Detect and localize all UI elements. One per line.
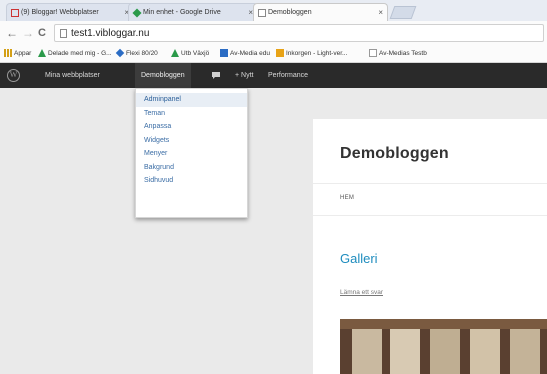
- gallery-image[interactable]: [340, 319, 547, 374]
- reply-link[interactable]: Lämna ett svar: [340, 289, 383, 296]
- site-name-dropdown: Adminpanel Teman Anpassa Widgets Menyer …: [135, 88, 248, 218]
- gmail-icon: [11, 9, 19, 17]
- blog-title[interactable]: Demobloggen: [340, 145, 449, 163]
- mail-icon: [276, 49, 284, 57]
- dropdown-item-anpassa[interactable]: Anpassa: [136, 120, 247, 134]
- bookmark-utb-vaxjo[interactable]: Utb Växjö: [171, 45, 209, 62]
- drive-icon: [171, 49, 179, 57]
- new-content-menu[interactable]: + Nytt: [235, 63, 253, 88]
- tab-label: Min enhet - Google Drive: [143, 9, 221, 16]
- header-divider: [313, 183, 547, 184]
- site-name-menu[interactable]: Demobloggen: [135, 63, 191, 88]
- bookmark-av-media[interactable]: Av-Media edu: [220, 45, 270, 62]
- post-title[interactable]: Galleri: [340, 251, 378, 266]
- page-icon: [369, 49, 377, 57]
- bookmarks-bar: Appar Delade med mig - G... Flexi 80/20 …: [0, 45, 547, 63]
- close-icon[interactable]: ×: [378, 4, 383, 21]
- dropdown-item-teman[interactable]: Teman: [136, 107, 247, 121]
- dropdown-item-menyer[interactable]: Menyer: [136, 147, 247, 161]
- dropdown-item-bakgrund[interactable]: Bakgrund: [136, 161, 247, 175]
- nav-divider: [313, 215, 547, 216]
- bookmark-icon: [220, 49, 228, 57]
- drive-icon: [38, 49, 46, 57]
- blog-content-area: Demobloggen HEM Galleri Lämna ett svar: [313, 119, 547, 374]
- bookmark-flexi[interactable]: Flexi 80/20: [115, 45, 158, 62]
- my-sites-menu[interactable]: Mina webbplatser: [45, 63, 100, 88]
- omnibox[interactable]: test1.vibloggar.nu: [54, 24, 544, 42]
- tab-label: Demobloggen: [268, 9, 312, 16]
- dropdown-item-adminpanel[interactable]: Adminpanel: [136, 93, 247, 107]
- wp-admin-bar: W Mina webbplatser Demobloggen + Nytt Pe…: [0, 63, 547, 88]
- browser-tab-strip: (9) Bloggar! Webbplatser × Min enhet - G…: [0, 0, 547, 21]
- wordpress-logo-icon[interactable]: W: [7, 69, 20, 82]
- bookmark-appar[interactable]: Appar: [4, 45, 31, 62]
- browser-tab-demobloggen[interactable]: Demobloggen ×: [253, 3, 388, 21]
- dropdown-item-sidhuvud[interactable]: Sidhuvud: [136, 174, 247, 188]
- new-tab-button[interactable]: [389, 6, 417, 19]
- diamond-icon: [115, 48, 125, 58]
- bookmark-av-medias-testb[interactable]: Av-Medias Testb: [369, 45, 427, 62]
- browser-tab-drive[interactable]: Min enhet - Google Drive ×: [128, 3, 258, 21]
- nav-menu-hem[interactable]: HEM: [340, 195, 354, 201]
- comments-icon[interactable]: [211, 63, 223, 88]
- reload-button[interactable]: C: [38, 25, 46, 41]
- performance-menu[interactable]: Performance: [268, 63, 308, 88]
- page-icon: [258, 9, 266, 17]
- address-bar-row: ← → C test1.vibloggar.nu: [0, 21, 547, 45]
- url-text[interactable]: test1.vibloggar.nu: [71, 25, 149, 42]
- dropdown-item-widgets[interactable]: Widgets: [136, 134, 247, 148]
- apps-icon: [4, 49, 12, 57]
- tab-label: (9) Bloggar! Webbplatser: [21, 9, 99, 16]
- browser-tab-bloggar[interactable]: (9) Bloggar! Webbplatser ×: [6, 3, 134, 21]
- back-button[interactable]: ←: [6, 25, 18, 41]
- bookmark-delade[interactable]: Delade med mig - G...: [38, 45, 112, 62]
- forward-button[interactable]: →: [22, 25, 34, 41]
- drive-icon: [132, 8, 142, 18]
- page-icon: [60, 29, 67, 38]
- bookmark-inkorgen[interactable]: Inkorgen - Light-ver...: [276, 45, 347, 62]
